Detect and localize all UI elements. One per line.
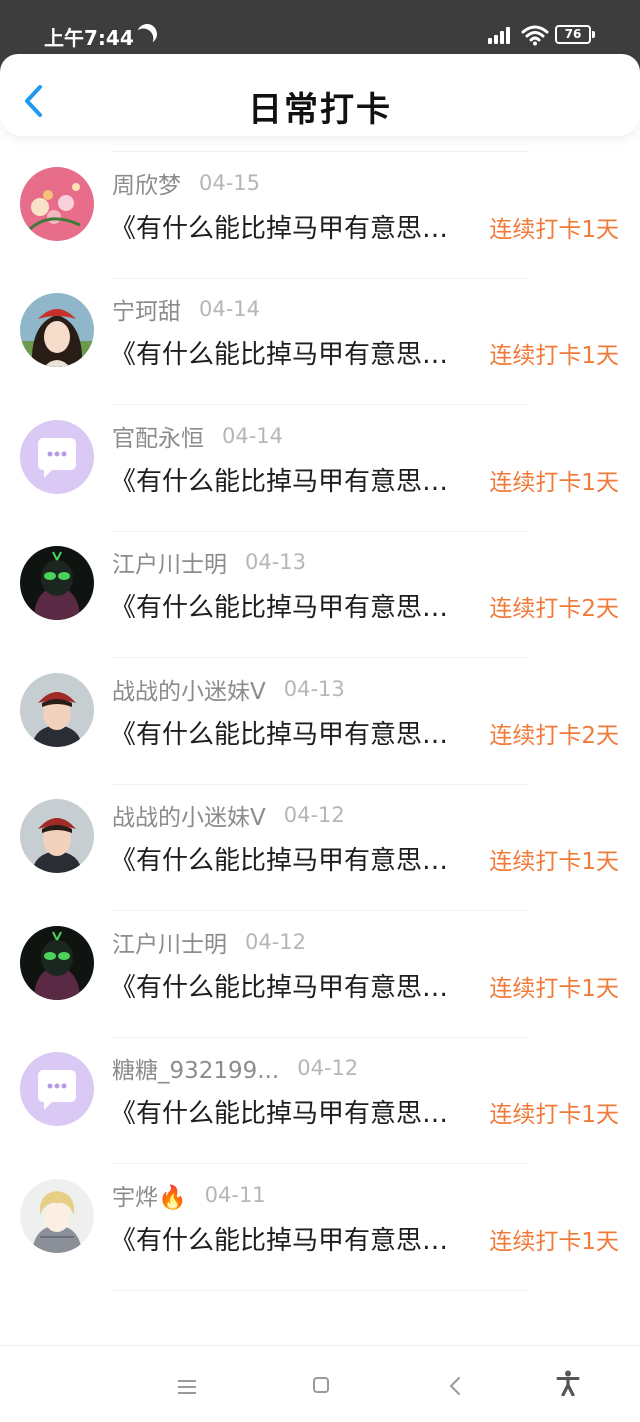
avatar[interactable] xyxy=(20,419,94,494)
list-item[interactable]: 战战的小迷妹V 04-12 《有什么能比掉马甲有意思的事情 连续打卡1天 xyxy=(0,785,640,911)
avatar[interactable] xyxy=(20,925,94,1000)
list-item[interactable]: 周欣梦 04-15 《有什么能比掉马甲有意思的事情 连续打卡1天 xyxy=(0,153,640,279)
name-row: 江户川士明 04-13 xyxy=(112,546,306,578)
streak-label: 连续打卡1天 xyxy=(489,216,619,243)
avatar[interactable] xyxy=(20,1178,94,1253)
home-icon[interactable] xyxy=(313,1377,329,1393)
wifi-icon xyxy=(521,24,549,50)
list-item[interactable]: 战战的小迷妹V 04-13 《有什么能比掉马甲有意思的事情 连续打卡2天 xyxy=(0,659,640,785)
checkin-list[interactable]: 《有什么能比掉马甲有意思的事情连续打卡1天 周欣梦04-15《有什么能比掉马甲有… xyxy=(0,72,640,1342)
list-item[interactable]: 宁珂甜 04-14 《有什么能比掉马甲有意思的事情 连续打卡1天 xyxy=(0,279,640,405)
book-title: 《有什么能比掉马甲有意思的事情 xyxy=(110,466,466,497)
user-name[interactable]: 战战的小迷妹V xyxy=(112,672,266,706)
list-item[interactable]: 江户川士明 04-12 《有什么能比掉马甲有意思的事情 连续打卡1天 xyxy=(0,912,640,1038)
book-title: 《有什么能比掉马甲有意思的事情 xyxy=(110,340,466,370)
post-date: 04-14 xyxy=(222,423,284,448)
book-title: 《有什么能比掉马甲有意思的事情 xyxy=(110,593,466,623)
book-title: 《有什么能比掉马甲有意思的事情 xyxy=(110,213,466,244)
list-item[interactable]: 糖糖_932199... 04-12 《有什么能比掉马甲有意思的事情 连续打卡1天 xyxy=(0,1038,640,1164)
user-name[interactable]: 江户川士明 xyxy=(112,545,227,579)
header: 日常打卡 xyxy=(0,54,640,136)
list-item[interactable]: 宇烨🔥 04-11 《有什么能比掉马甲有意思的事情 连续打卡1天 xyxy=(0,1165,640,1291)
list-item[interactable]: 江户川士明 04-13 《有什么能比掉马甲有意思的事情 连续打卡2天 xyxy=(0,532,640,658)
battery-indicator: 76 xyxy=(555,25,595,44)
list-item[interactable]: 官配永恒 04-14 《有什么能比掉马甲有意思的事情 连续打卡1天 xyxy=(0,406,640,532)
user-name[interactable]: 江户川士明 xyxy=(112,925,227,959)
nav-back-icon[interactable] xyxy=(449,1376,461,1396)
post-date: 04-13 xyxy=(283,676,345,701)
streak-label: 连续打卡2天 xyxy=(489,596,619,622)
menu-icon[interactable] xyxy=(178,1380,196,1394)
user-name[interactable]: 官配永恒 xyxy=(112,419,204,453)
streak-label: 连续打卡1天 xyxy=(489,1228,619,1255)
user-name[interactable]: 战战的小迷妹V xyxy=(112,798,266,832)
user-name[interactable]: 周欣梦 xyxy=(112,166,181,200)
post-date: 04-13 xyxy=(245,550,307,574)
moon-icon xyxy=(134,21,160,47)
row-divider xyxy=(112,1289,528,1291)
user-name[interactable]: 宁珂甜 xyxy=(112,292,181,326)
book-title: 《有什么能比掉马甲有意思的事情 xyxy=(110,1099,466,1129)
post-date: 04-12 xyxy=(297,1056,359,1080)
book-title: 《有什么能比掉马甲有意思的事情 xyxy=(110,719,466,750)
name-row: 战战的小迷妹V 04-13 xyxy=(112,673,345,705)
user-name[interactable]: 宇烨🔥 xyxy=(112,1178,187,1212)
name-row: 官配永恒 04-14 xyxy=(112,420,283,452)
streak-label: 连续打卡2天 xyxy=(489,722,619,749)
book-title: 《有什么能比掉马甲有意思的事情 xyxy=(110,1225,466,1256)
name-row: 糖糖_932199... 04-12 xyxy=(112,1052,358,1084)
signal-icon xyxy=(488,26,514,44)
name-row: 周欣梦 04-15 xyxy=(112,167,260,199)
post-date: 04-11 xyxy=(204,1182,266,1207)
post-date: 04-12 xyxy=(283,803,345,827)
avatar[interactable] xyxy=(20,799,94,873)
page-title: 日常打卡 xyxy=(248,90,392,130)
post-date: 04-15 xyxy=(199,170,261,195)
book-title: 《有什么能比掉马甲有意思的事情 xyxy=(110,972,466,1003)
streak-label: 连续打卡1天 xyxy=(489,849,619,875)
name-row: 宇烨🔥 04-11 xyxy=(112,1179,266,1211)
book-title: 《有什么能比掉马甲有意思的事情 xyxy=(110,846,466,876)
system-nav-bar xyxy=(0,1345,640,1422)
streak-label: 连续打卡1天 xyxy=(489,469,619,496)
avatar[interactable] xyxy=(20,672,94,747)
name-row: 战战的小迷妹V 04-12 xyxy=(112,799,345,831)
avatar[interactable] xyxy=(20,293,94,367)
user-name[interactable]: 糖糖_932199... xyxy=(112,1051,279,1085)
avatar[interactable] xyxy=(20,1052,94,1126)
name-row: 江户川士明 04-12 xyxy=(112,926,306,958)
streak-label: 连续打卡1天 xyxy=(489,975,619,1002)
post-date: 04-14 xyxy=(199,297,261,321)
streak-label: 连续打卡1天 xyxy=(489,1102,619,1128)
accessibility-icon[interactable] xyxy=(556,1370,580,1396)
streak-label: 连续打卡1天 xyxy=(489,343,619,369)
avatar[interactable] xyxy=(20,166,94,241)
avatar[interactable] xyxy=(20,546,94,620)
name-row: 宁珂甜 04-14 xyxy=(112,293,260,325)
status-time: 上午7:44 xyxy=(44,26,134,50)
post-date: 04-12 xyxy=(245,929,307,954)
